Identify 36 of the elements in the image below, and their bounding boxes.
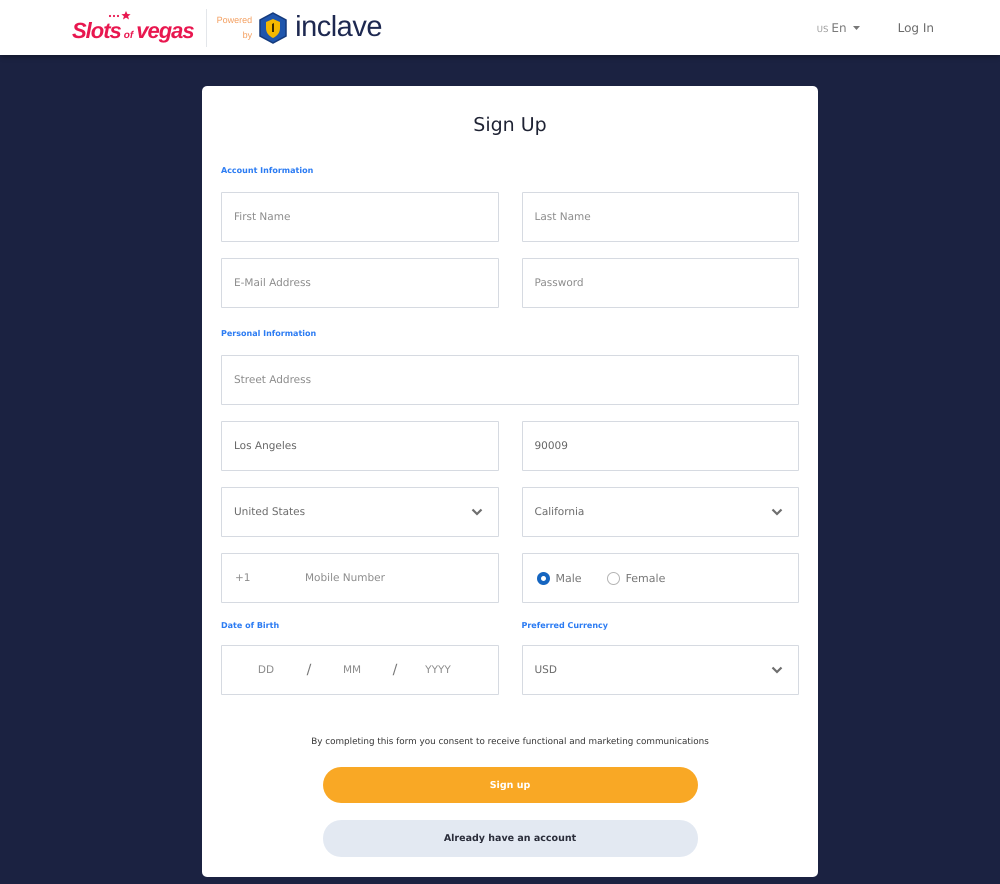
text-field[interactable]: Los Angeles <box>221 421 498 471</box>
radio-option[interactable]: Female <box>606 572 666 584</box>
caret-icon <box>852 26 860 30</box>
text-field[interactable]: E-Mail Address <box>221 258 498 308</box>
language-selector[interactable]: US En <box>816 20 860 34</box>
radio-option[interactable]: Male <box>536 572 582 584</box>
month-input[interactable]: MM <box>322 664 382 676</box>
dropdown-field[interactable]: USD <box>522 645 799 695</box>
field-label: Date of Birth <box>221 620 280 632</box>
date-separator: / <box>306 662 312 678</box>
text-field[interactable]: Password <box>522 258 799 308</box>
brand-logo[interactable]: Slots of vegas <box>72 18 194 44</box>
field-label: Preferred Currency <box>522 620 610 632</box>
form-title: Sign Up <box>472 113 548 138</box>
text-field[interactable]: 90009 <box>522 421 799 471</box>
dropdown-field[interactable]: California <box>522 487 799 537</box>
country-code: +1 <box>235 572 252 584</box>
secondary-button[interactable]: Already have an account <box>322 820 698 857</box>
consent-text: By completing this form you consent to receive functional and marketing communications <box>310 736 710 748</box>
chevron-down-icon <box>771 508 783 516</box>
text-field[interactable]: Last Name <box>522 192 799 242</box>
year-input[interactable]: YYYY <box>408 664 468 676</box>
shield-icon <box>259 10 288 44</box>
section-heading: Personal Information <box>221 328 318 340</box>
day-input[interactable]: DD <box>236 664 296 676</box>
chevron-down-icon <box>771 666 783 674</box>
partner-logo: inclave <box>295 11 382 44</box>
section-heading: Account Information <box>221 165 314 177</box>
chevron-down-icon <box>470 508 482 516</box>
login-link[interactable]: Log In <box>898 20 934 34</box>
powered-by-label: Powered by <box>216 14 252 42</box>
text-field[interactable]: First Name <box>221 192 498 242</box>
date-separator: / <box>392 662 398 678</box>
mobile-number-input[interactable]: Mobile Number <box>305 572 498 584</box>
text-field[interactable]: Street Address <box>221 355 799 405</box>
dropdown-field[interactable]: United States <box>221 487 498 537</box>
